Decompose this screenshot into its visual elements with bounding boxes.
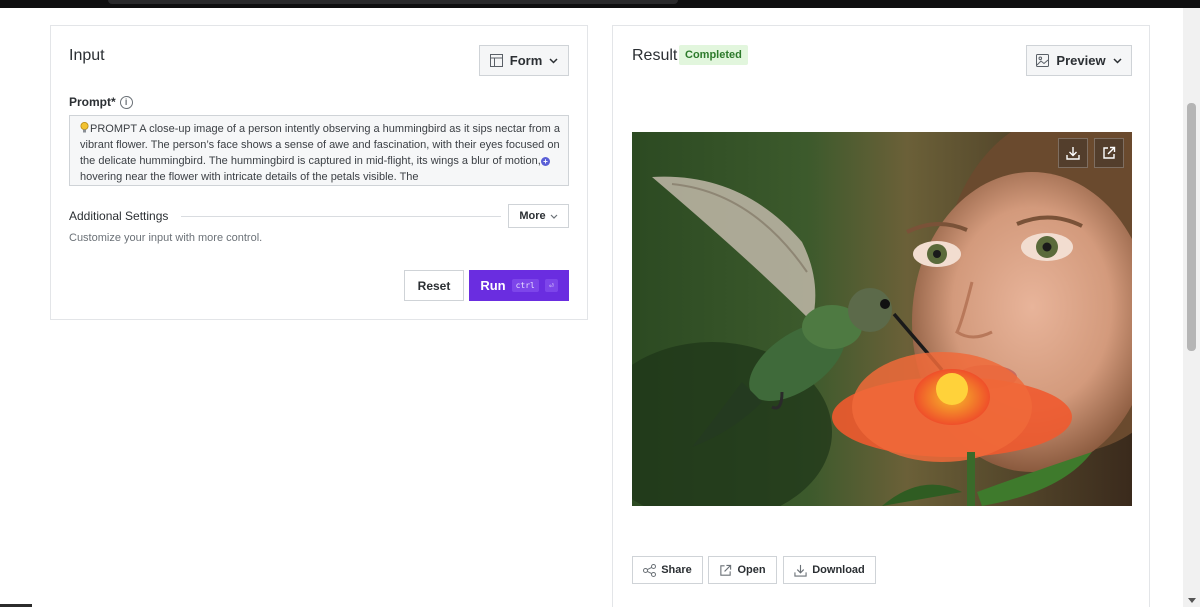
preview-view-label: Preview xyxy=(1056,53,1106,68)
input-panel: Input Form Prompt* i PROMPT A close-up i… xyxy=(50,25,588,320)
browser-top-bar xyxy=(0,0,1200,8)
share-label: Share xyxy=(661,564,692,576)
more-label: More xyxy=(519,210,546,222)
reset-label: Reset xyxy=(417,278,451,293)
settings-description: Customize your input with more control. xyxy=(69,232,263,244)
reset-button[interactable]: Reset xyxy=(404,270,464,301)
result-panel: Result Completed Preview Share Open Down… xyxy=(612,25,1150,607)
download-label: Download xyxy=(812,564,865,576)
lightbulb-icon xyxy=(80,122,89,133)
prompt-label: Prompt* i xyxy=(69,95,133,109)
scrollbar-thumb[interactable] xyxy=(1187,103,1196,351)
chevron-down-icon xyxy=(1113,57,1122,64)
download-icon xyxy=(794,564,807,577)
form-view-button[interactable]: Form xyxy=(479,45,569,76)
share-button[interactable]: Share xyxy=(632,556,703,584)
shortcut-enter-key: ⏎ xyxy=(544,279,558,292)
input-title: Input xyxy=(69,47,105,64)
info-icon[interactable]: i xyxy=(119,95,133,109)
more-settings-button[interactable]: More xyxy=(508,204,569,228)
prompt-label-text: Prompt* xyxy=(69,95,116,109)
image-download-button[interactable] xyxy=(1058,138,1088,168)
chevron-down-icon xyxy=(550,214,558,219)
run-button[interactable]: Run ctrl ⏎ xyxy=(469,270,569,301)
external-link-icon xyxy=(720,564,732,576)
layout-icon xyxy=(489,54,503,67)
page-scrollbar[interactable] xyxy=(1183,8,1200,607)
settings-divider xyxy=(181,216,501,217)
image-open-button[interactable] xyxy=(1094,138,1124,168)
prompt-text: PROMPT A close-up image of a person inte… xyxy=(80,123,560,183)
hummingbird-photo xyxy=(632,132,1132,506)
download-button[interactable]: Download xyxy=(783,556,876,584)
chevron-down-icon xyxy=(549,57,558,64)
image-icon xyxy=(1036,54,1050,67)
download-icon xyxy=(1066,147,1080,160)
generated-image[interactable] xyxy=(632,132,1132,506)
prompt-textarea[interactable]: PROMPT A close-up image of a person inte… xyxy=(69,115,569,186)
open-label: Open xyxy=(737,564,766,576)
top-bar-pill xyxy=(108,0,678,4)
external-link-icon xyxy=(1103,146,1116,159)
scroll-down-arrow-icon[interactable] xyxy=(1188,598,1196,603)
preview-view-button[interactable]: Preview xyxy=(1026,45,1132,76)
open-button[interactable]: Open xyxy=(708,556,777,584)
form-view-label: Form xyxy=(509,53,543,68)
add-icon[interactable]: + xyxy=(541,157,550,166)
share-icon xyxy=(643,563,657,577)
run-label: Run xyxy=(480,278,506,293)
status-badge: Completed xyxy=(679,45,748,65)
result-title: Result xyxy=(632,47,678,64)
shortcut-ctrl-key: ctrl xyxy=(511,279,539,292)
additional-settings-title: Additional Settings xyxy=(69,209,169,223)
